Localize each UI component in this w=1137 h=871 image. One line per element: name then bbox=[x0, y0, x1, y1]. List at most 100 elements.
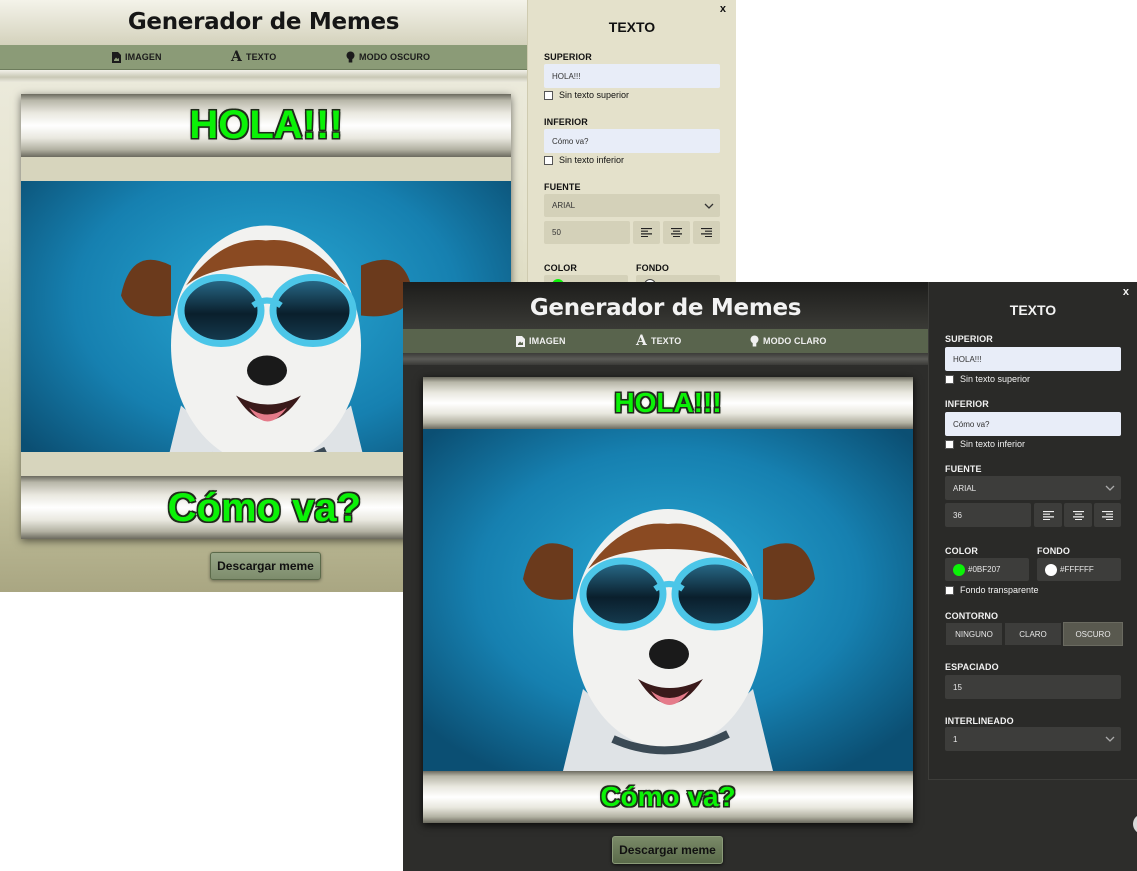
font-select[interactable]: ARIAL bbox=[945, 476, 1121, 500]
lightbulb-icon bbox=[346, 51, 355, 63]
header: Generador de Memes bbox=[403, 282, 928, 329]
divider-band bbox=[403, 353, 928, 365]
align-left-icon bbox=[641, 228, 652, 237]
font-size-input[interactable]: 36 bbox=[945, 503, 1031, 527]
meme-bottom-text: Cómo va? bbox=[600, 781, 736, 812]
contorno-claro-button[interactable]: CLARO bbox=[1004, 622, 1062, 646]
color-value: #0BF207 bbox=[968, 565, 1001, 574]
image-file-icon bbox=[516, 335, 525, 347]
nav-texto[interactable]: A TEXTO bbox=[636, 329, 681, 353]
download-button[interactable]: Descargar meme bbox=[612, 836, 723, 864]
close-icon[interactable]: x bbox=[1123, 286, 1129, 298]
meme-bottom-bar: Cómo va? bbox=[423, 771, 913, 823]
color-label: COLOR bbox=[544, 263, 577, 273]
nav-imagen[interactable]: IMAGEN bbox=[112, 45, 162, 69]
superior-label: SUPERIOR bbox=[544, 52, 592, 62]
meme-top-bar: HOLA!!! bbox=[423, 377, 913, 429]
nav-imagen-label: IMAGEN bbox=[125, 52, 162, 62]
nav-modo-label: MODO OSCURO bbox=[359, 52, 431, 62]
lightbulb-icon bbox=[750, 335, 759, 347]
nav-texto-label: TEXTO bbox=[245, 52, 277, 62]
interlineado-label: INTERLINEADO bbox=[945, 716, 1014, 726]
align-left-icon bbox=[1042, 510, 1054, 520]
contorno-oscuro-button[interactable]: OSCURO bbox=[1063, 622, 1123, 646]
align-center-button[interactable] bbox=[1064, 503, 1092, 527]
nav-modo[interactable]: MODO OSCURO bbox=[346, 45, 430, 69]
nav-imagen-label: IMAGEN bbox=[529, 336, 566, 346]
inferior-label: INFERIOR bbox=[945, 399, 989, 409]
meme-top-text: HOLA!!! bbox=[614, 387, 722, 418]
align-right-icon bbox=[701, 228, 712, 237]
meme-canvas: HOLA!!! Cómo va? bbox=[423, 377, 913, 823]
fondo-transparente-checkbox[interactable]: Fondo transparente bbox=[945, 585, 1039, 595]
divider-band bbox=[0, 70, 527, 82]
panel-title: TEXTO bbox=[608, 19, 656, 35]
superior-input-value: HOLA!!! bbox=[552, 71, 581, 81]
font-select-value: ARIAL bbox=[552, 201, 576, 210]
font-select[interactable]: ARIAL bbox=[544, 194, 720, 217]
nav-modo[interactable]: MODO CLARO bbox=[750, 329, 827, 353]
color-input[interactable]: #0BF207 bbox=[945, 558, 1029, 581]
sin-inferior-label: Sin texto inferior bbox=[960, 439, 1026, 449]
contorno-label: CONTORNO bbox=[945, 611, 999, 621]
superior-input[interactable]: HOLA!!! bbox=[945, 347, 1121, 371]
inferior-input-value: Cómo va? bbox=[552, 136, 589, 146]
checkbox-box bbox=[945, 374, 954, 384]
align-center-icon bbox=[1072, 510, 1084, 520]
close-icon[interactable]: x bbox=[720, 3, 726, 15]
superior-input[interactable]: HOLA!!! bbox=[544, 64, 720, 88]
sin-superior-label: Sin texto superior bbox=[960, 374, 1031, 384]
meme-bottom-text: Cómo va? bbox=[167, 486, 361, 530]
checkbox-box bbox=[544, 90, 553, 100]
nav-imagen[interactable]: IMAGEN bbox=[516, 329, 566, 353]
inferior-input[interactable]: Cómo va? bbox=[544, 129, 720, 153]
contorno-ninguno-button[interactable]: NINGUNO bbox=[945, 622, 1003, 646]
fuente-label: FUENTE bbox=[544, 182, 581, 192]
fondo-input[interactable]: #FFFFFF bbox=[1037, 558, 1121, 581]
align-right-button[interactable] bbox=[693, 221, 720, 244]
interlineado-value: 1 bbox=[953, 734, 958, 744]
align-center-button[interactable] bbox=[663, 221, 690, 244]
download-button[interactable]: Descargar meme bbox=[210, 552, 321, 580]
espaciado-label: ESPACIADO bbox=[945, 662, 999, 672]
nav-texto[interactable]: A TEXTO bbox=[231, 45, 276, 69]
inferior-input-value: Cómo va? bbox=[953, 419, 990, 429]
text-a-icon: A bbox=[636, 333, 647, 349]
interlineado-select[interactable]: 1 bbox=[945, 727, 1121, 751]
sin-inferior-checkbox[interactable]: Sin texto inferior bbox=[544, 155, 624, 165]
fondo-value: #FFFFFF bbox=[1060, 565, 1094, 574]
fuente-label: FUENTE bbox=[945, 464, 982, 474]
font-size-input[interactable]: 50 bbox=[544, 221, 630, 244]
panel-title: TEXTO bbox=[1009, 302, 1057, 318]
superior-label: SUPERIOR bbox=[945, 334, 993, 344]
espaciado-value: 15 bbox=[953, 682, 962, 692]
top-nav: IMAGEN A TEXTO MODO CLARO bbox=[403, 329, 928, 353]
meme-photo bbox=[423, 429, 913, 771]
meme-top-bar: HOLA!!! bbox=[21, 94, 511, 157]
align-left-button[interactable] bbox=[1034, 503, 1062, 527]
fondo-swatch bbox=[1045, 563, 1057, 576]
font-select-value: ARIAL bbox=[953, 483, 977, 493]
color-swatch bbox=[953, 563, 965, 576]
align-left-button[interactable] bbox=[633, 221, 660, 244]
sin-superior-checkbox[interactable]: Sin texto superior bbox=[544, 90, 629, 100]
align-right-icon bbox=[1102, 510, 1113, 520]
checkbox-box bbox=[945, 585, 954, 595]
align-right-button[interactable] bbox=[1094, 503, 1121, 527]
dark-mode-window: Generador de Memes IMAGEN A TEXTO MODO C… bbox=[403, 282, 1137, 871]
superior-input-value: HOLA!!! bbox=[953, 354, 982, 364]
scroll-handle[interactable] bbox=[1133, 814, 1137, 834]
nav-texto-label: TEXTO bbox=[650, 336, 682, 346]
align-center-icon bbox=[671, 228, 682, 237]
fondo-label: FONDO bbox=[1037, 546, 1070, 556]
chevron-down-icon bbox=[1105, 736, 1115, 742]
espaciado-input[interactable]: 15 bbox=[945, 675, 1121, 699]
sin-inferior-checkbox[interactable]: Sin texto inferior bbox=[945, 439, 1025, 449]
top-nav: IMAGEN A TEXTO MODO OSCURO bbox=[0, 45, 527, 70]
inferior-input[interactable]: Cómo va? bbox=[945, 412, 1121, 436]
font-size-value: 50 bbox=[552, 228, 561, 237]
sin-inferior-label: Sin texto inferior bbox=[559, 155, 625, 165]
sin-superior-checkbox[interactable]: Sin texto superior bbox=[945, 374, 1030, 384]
color-label: COLOR bbox=[945, 546, 978, 556]
image-file-icon bbox=[112, 51, 121, 63]
